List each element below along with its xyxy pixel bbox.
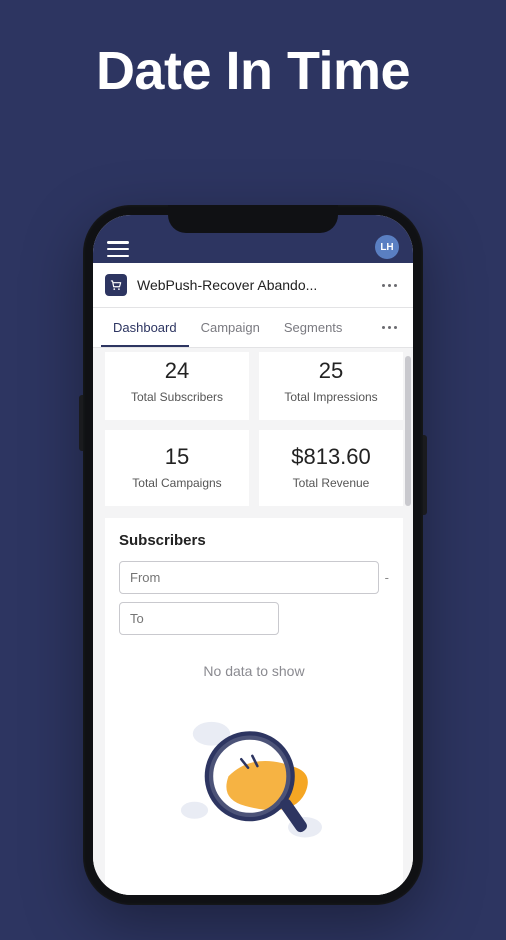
tab-dashboard[interactable]: Dashboard [101, 308, 189, 347]
app-title-row: WebPush-Recover Abando... [93, 263, 413, 308]
subscribers-section: Subscribers - No data to show [105, 518, 403, 895]
empty-state-text: No data to show [119, 663, 389, 679]
stat-label: Total Revenue [267, 476, 395, 490]
phone-frame: LH WebPush-Recover Abando... Dashboard C… [83, 205, 423, 905]
tab-segments[interactable]: Segments [272, 308, 355, 347]
date-range-separator: - [385, 570, 389, 585]
date-from-input[interactable] [119, 561, 379, 594]
date-range-row: - [119, 561, 389, 594]
card-total-subscribers: 24 Total Subscribers [105, 352, 249, 420]
app-screen: LH WebPush-Recover Abando... Dashboard C… [93, 215, 413, 895]
tabs-more-icon[interactable] [377, 316, 401, 340]
stat-value: $813.60 [267, 444, 395, 470]
stat-label: Total Campaigns [113, 476, 241, 490]
stat-cards: 24 Total Subscribers 25 Total Impression… [105, 352, 403, 506]
stat-value: 15 [113, 444, 241, 470]
card-total-impressions: 25 Total Impressions [259, 352, 403, 420]
hero-title: Date In Time [0, 40, 506, 102]
stat-value: 24 [113, 358, 241, 384]
phone-notch [168, 205, 338, 233]
card-total-revenue: $813.60 Total Revenue [259, 430, 403, 506]
stat-label: Total Subscribers [113, 390, 241, 404]
tabs: Dashboard Campaign Segments [93, 308, 413, 348]
date-to-input[interactable] [119, 602, 279, 635]
empty-state: No data to show [119, 663, 389, 852]
stat-value: 25 [267, 358, 395, 384]
app-title: WebPush-Recover Abando... [137, 277, 367, 293]
card-total-campaigns: 15 Total Campaigns [105, 430, 249, 506]
app-icon [105, 274, 127, 296]
menu-icon[interactable] [107, 241, 129, 257]
magnifier-illustration [169, 697, 339, 847]
section-title: Subscribers [119, 532, 389, 549]
stat-label: Total Impressions [267, 390, 395, 404]
avatar[interactable]: LH [375, 235, 399, 259]
cart-icon [109, 278, 123, 292]
scrollbar[interactable] [405, 356, 411, 506]
tab-campaign[interactable]: Campaign [189, 308, 272, 347]
content-area: 24 Total Subscribers 25 Total Impression… [93, 348, 413, 895]
app-more-icon[interactable] [377, 273, 401, 297]
